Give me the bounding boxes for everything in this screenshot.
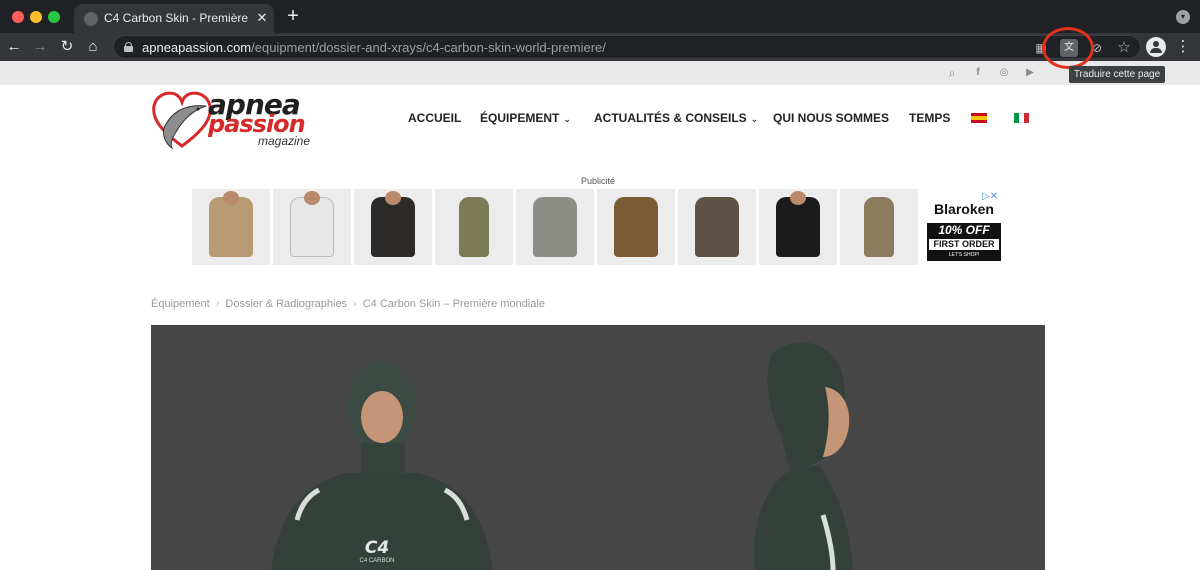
nav-item-accueil[interactable]: ACCUEIL xyxy=(408,111,461,127)
youtube-icon[interactable]: ▶ xyxy=(1022,65,1038,81)
ad-product-pants-2[interactable] xyxy=(840,189,918,265)
hero-image: C4 C4 CARBON xyxy=(151,325,1045,570)
nav-item-actualites-conseils[interactable]: ACTUALITÉS & CONSEILS ⌄ xyxy=(594,111,758,127)
tab-search-icon[interactable]: ▾ xyxy=(1176,10,1190,24)
forward-arrow-icon[interactable]: → xyxy=(29,36,51,58)
breadcrumb-item-current: C4 Carbon Skin – Première mondiale xyxy=(362,298,545,310)
hero-brand-sub: C4 CARBON xyxy=(359,558,395,564)
tab-close-icon[interactable]: ✕ xyxy=(254,9,270,27)
site-logo[interactable]: apnea passion magazine xyxy=(150,88,330,152)
back-arrow-icon[interactable]: ← xyxy=(3,36,25,58)
home-icon[interactable]: ⌂ xyxy=(82,36,104,58)
it-flag-icon[interactable] xyxy=(1014,113,1029,123)
maximize-window-button[interactable] xyxy=(48,11,60,23)
ad-product-tshirt-5[interactable] xyxy=(759,189,837,265)
ad-offer-first-order: FIRST ORDER xyxy=(929,239,999,250)
ad-label: Publicité xyxy=(580,176,616,186)
ad-offer-cta: LET'S SHOP! xyxy=(948,252,980,258)
ad-banner[interactable]: ▷✕ Blaroken 10% OFF FIRST ORDER LET'S SH… xyxy=(192,189,1002,266)
hero-brand-mark: C4 xyxy=(364,538,390,558)
nav-item-temps[interactable]: TEMPS xyxy=(909,111,950,127)
breadcrumb-item-dossier[interactable]: Dossier & Radiographies xyxy=(225,298,347,310)
browser-tab-bar: C4 Carbon Skin - Première mo ✕ + ▾ xyxy=(0,0,1200,33)
breadcrumb-separator: › xyxy=(215,298,220,310)
ad-brand-name: Blaroken xyxy=(934,201,994,217)
logo-text-magazine: magazine xyxy=(258,134,311,148)
more-menu-icon[interactable]: ⋮ xyxy=(1172,36,1194,58)
ad-product-tshirt-2[interactable] xyxy=(273,189,351,265)
breadcrumb: Équipement › Dossier & Radiographies › C4 Ca… xyxy=(151,298,545,312)
globe-icon xyxy=(84,12,98,26)
facebook-icon[interactable]: f xyxy=(970,65,986,81)
es-flag-icon[interactable] xyxy=(971,113,987,123)
search-icon[interactable]: ⌕ xyxy=(944,65,960,81)
breadcrumb-separator: › xyxy=(353,298,357,310)
tab-title: C4 Carbon Skin - Première mo xyxy=(104,11,252,25)
ad-product-tshirt-1[interactable] xyxy=(192,189,270,265)
minimize-window-button[interactable] xyxy=(30,11,42,23)
ad-offer-box[interactable]: 10% OFF FIRST ORDER LET'S SHOP! xyxy=(927,223,1001,261)
reload-icon[interactable]: ↻ xyxy=(56,36,78,58)
bookmark-star-icon[interactable]: ☆ xyxy=(1115,39,1133,57)
ad-product-tshirt-4[interactable] xyxy=(678,189,756,265)
chevron-down-icon: ⌄ xyxy=(563,114,571,124)
ad-product-jacket-1[interactable] xyxy=(516,189,594,265)
browser-toolbar: ← → ↻ ⌂ apneapassion.com/equipment/dossi… xyxy=(0,33,1200,61)
ad-product-tshirt-3[interactable] xyxy=(354,189,432,265)
chevron-down-icon: ⌄ xyxy=(750,114,759,124)
close-window-button[interactable] xyxy=(12,11,24,23)
nav-item-qui-nous-sommes[interactable]: QUI NOUS SOMMES xyxy=(773,111,889,127)
ad-product-pants-1[interactable] xyxy=(435,189,513,265)
translate-tooltip: Traduire cette page xyxy=(1069,66,1165,83)
wetsuit-figures-illustration xyxy=(271,342,853,570)
site-top-strip: ⌕ f ◎ ▶ xyxy=(0,61,1200,85)
instagram-icon[interactable]: ◎ xyxy=(996,65,1012,81)
url-text[interactable]: apneapassion.com/equipment/dossier-and-x… xyxy=(142,40,606,56)
ad-brand-panel[interactable]: ▷✕ Blaroken 10% OFF FIRST ORDER LET'S SH… xyxy=(924,189,1002,265)
profile-icon[interactable] xyxy=(1146,37,1166,57)
address-bar[interactable]: apneapassion.com/equipment/dossier-and-x… xyxy=(113,35,1141,59)
heart-logo-icon xyxy=(152,91,212,150)
lock-icon[interactable] xyxy=(124,42,133,52)
browser-tab-active[interactable]: C4 Carbon Skin - Première mo ✕ xyxy=(74,4,274,33)
ad-offer-discount: 10% OFF xyxy=(938,223,990,237)
breadcrumb-item-equipement[interactable]: Équipement xyxy=(151,298,210,310)
ad-product-jacket-2[interactable] xyxy=(597,189,675,265)
highlight-circle xyxy=(1042,27,1094,69)
nav-item-equipement[interactable]: ÉQUIPEMENT ⌄ xyxy=(480,111,571,127)
new-tab-button[interactable]: + xyxy=(284,6,302,26)
